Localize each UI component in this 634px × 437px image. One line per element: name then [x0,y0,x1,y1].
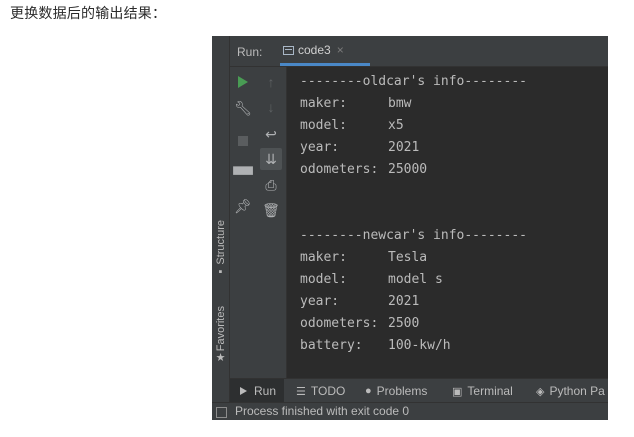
play-icon [240,387,247,395]
tab-terminal-label: Terminal [467,384,513,398]
run-label: Run: [237,45,263,59]
page-heading: 更换数据后的输出结果： [10,6,167,22]
ide-run-window: Structure ▪ Favorites ★ Run: code3 × 🔧︎ … [212,36,608,420]
settings-button[interactable]: 🔧︎ [232,97,254,119]
tab-problems[interactable]: ● Problems [365,379,427,403]
stop-icon [238,136,248,146]
down-button[interactable]: ↓ [260,96,282,118]
run-toolbar-secondary: ↑ ↓ ↩ ⇊ ⎙ 🗑︎ [256,67,287,402]
run-toolbar-primary: 🔧︎ ▀▀ 📌︎ [230,67,256,402]
tab-code3[interactable]: code3 × [280,36,370,66]
scroll-to-end-button[interactable]: ⇊ [260,148,282,170]
tool-window-toggle-icon[interactable] [216,407,227,418]
arrow-down-icon: ↓ [267,99,275,115]
play-icon [238,76,248,88]
console-output[interactable]: --------oldcar's info-------- maker: bmw … [300,71,608,357]
terminal-icon: ▣ [452,385,463,398]
trash-icon: 🗑︎ [262,202,280,218]
console-line: --------newcar's info-------- [300,228,527,243]
console-line: --------oldcar's info-------- [300,74,527,89]
layout-icon: ▀▀ [233,166,253,182]
tab-python-packages[interactable]: ◈ Python Pa [536,379,605,403]
arrow-up-icon: ↑ [267,74,275,90]
status-text: Process finished with exit code 0 [235,404,410,418]
printer-icon: ⎙ [265,177,277,193]
pin-button[interactable]: 📌︎ [232,195,254,217]
console-line: odometers: 2500 [300,316,420,331]
tab-problems-label: Problems [376,384,428,398]
console-line: maker: bmw [300,96,412,111]
console-line: year: 2021 [300,294,420,309]
layers-icon: ◈ [536,385,545,398]
tab-python-packages-label: Python Pa [549,384,605,398]
tab-todo[interactable]: ☰ TODO [296,379,345,403]
scroll-to-end-icon: ⇊ [265,151,277,167]
layout-button[interactable]: ▀▀ [232,163,254,185]
favorites-tab[interactable]: Favorites ★ [212,300,229,370]
status-bar: Process finished with exit code 0 [212,402,608,420]
tab-run[interactable]: Run [230,379,285,403]
clear-button[interactable]: 🗑︎ [260,199,282,221]
structure-tab[interactable]: Structure ▪ [212,214,229,284]
print-button[interactable]: ⎙ [260,174,282,196]
console-line: battery: 100-kw/h [300,338,451,353]
list-icon: ☰ [296,385,306,398]
tab-code3-label: code3 [298,42,331,57]
info-icon: ● [365,385,372,397]
stop-button[interactable] [232,130,254,152]
structure-icon: ▪ [218,265,223,278]
tab-run-label: Run [254,384,277,398]
console-line: maker: Tesla [300,250,428,265]
console-line: model: model s [300,272,443,287]
favorites-tab-label: Favorites [214,305,227,352]
rerun-button[interactable] [232,71,254,93]
console-line: model: x5 [300,118,404,133]
close-icon[interactable]: × [337,43,344,57]
soft-wrap-icon: ↩ [265,126,277,142]
tool-window-bar: Run ☰ TODO ● Problems ▣ Terminal ◈ Pytho… [230,378,608,403]
tab-todo-label: TODO [310,384,346,398]
tab-terminal[interactable]: ▣ Terminal [452,379,513,403]
side-tool-strip: Structure ▪ Favorites ★ [212,36,230,402]
structure-tab-label: Structure [214,220,227,265]
pin-icon: 📌︎ [234,198,252,214]
wrench-icon: 🔧︎ [234,100,252,116]
console-line: odometers: 25000 [300,162,428,177]
up-button[interactable]: ↑ [260,71,282,93]
soft-wrap-button[interactable]: ↩ [260,123,282,145]
run-header: Run: code3 × [230,36,608,67]
console-tab-icon [283,46,294,55]
console-line: year: 2021 [300,140,420,155]
star-icon: ★ [215,352,226,365]
